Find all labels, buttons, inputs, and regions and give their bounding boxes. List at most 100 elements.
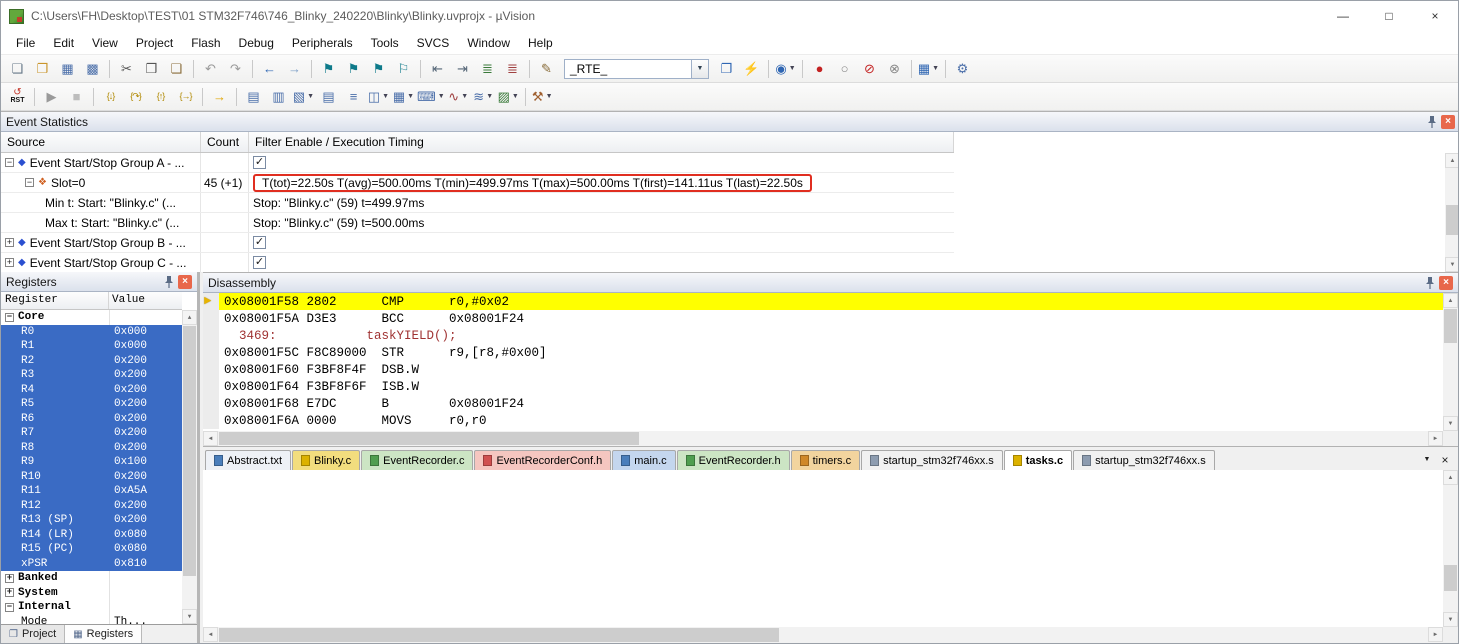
window-layout-icon-dropdown[interactable]: ▼ <box>932 65 939 72</box>
register-row[interactable]: R90x100 <box>1 455 182 470</box>
editor-tab-startup-stm32f746xx-s[interactable]: startup_stm32f746xx.s <box>1073 450 1215 470</box>
disassembly-line[interactable]: 0x08001F60 F3BF8F4F DSB.W <box>203 361 1443 378</box>
editor-tab-abstract-txt[interactable]: Abstract.txt <box>205 450 291 470</box>
register-row[interactable]: +System <box>1 586 182 601</box>
registers-vscrollbar[interactable]: ▲ ▼ <box>182 310 197 624</box>
save-icon[interactable]: ▦ <box>56 58 79 80</box>
watch-window-icon[interactable]: ◫▼ <box>367 86 390 108</box>
disassembly-margin[interactable]: ► <box>203 293 219 310</box>
undo-icon[interactable]: ↶ <box>199 58 222 80</box>
bottom-tab-registers[interactable]: ▦Registers <box>65 625 142 643</box>
show-next-statement-icon[interactable]: → <box>208 86 231 108</box>
pin-icon[interactable] <box>164 275 174 289</box>
menu-window[interactable]: Window <box>458 33 519 53</box>
expand-icon[interactable]: + <box>5 588 14 597</box>
analysis-window-icon-dropdown[interactable]: ▼ <box>461 93 468 100</box>
expand-icon[interactable]: + <box>5 238 14 247</box>
disassembly-line[interactable]: ►0x08001F58 2802 CMP r0,#0x02 <box>203 293 1443 310</box>
symbol-window-icon[interactable]: ▧▼ <box>292 86 315 108</box>
disassembly-margin[interactable] <box>203 412 219 429</box>
configure-flash-icon[interactable]: ✎ <box>535 58 558 80</box>
open-file-icon[interactable]: ❐ <box>31 58 54 80</box>
toolbox-icon-dropdown[interactable]: ▼ <box>546 93 553 100</box>
navigate-forward-icon[interactable]: → <box>283 58 306 80</box>
editor-tab-startup-stm32f746xx-s[interactable]: startup_stm32f746xx.s <box>861 450 1003 470</box>
save-all-icon[interactable]: ▩ <box>81 58 104 80</box>
editor-tab-timers-c[interactable]: timers.c <box>791 450 861 470</box>
maximize-button[interactable]: □ <box>1366 1 1412 31</box>
register-row[interactable]: R120x200 <box>1 499 182 514</box>
clear-bookmarks-icon[interactable]: ⚐ <box>392 58 415 80</box>
filter-enable-checkbox[interactable]: ✓ <box>253 156 266 169</box>
memory-window-icon[interactable]: ▦▼ <box>392 86 415 108</box>
close-panel-icon[interactable]: × <box>1441 115 1455 129</box>
unindent-icon[interactable]: ⇤ <box>426 58 449 80</box>
editor-tab-main-c[interactable]: main.c <box>612 450 675 470</box>
paste-icon[interactable]: ❏ <box>165 58 188 80</box>
event-row[interactable]: Min t: Start: "Blinky.c" (...Stop: "Blin… <box>1 193 954 213</box>
disassembly-line[interactable]: 0x08001F5C F8C89000 STR r9,[r8,#0x00] <box>203 344 1443 361</box>
menu-tools[interactable]: Tools <box>362 33 408 53</box>
system-viewer-icon-dropdown[interactable]: ▼ <box>512 93 519 100</box>
editor-tab-blinky-c[interactable]: Blinky.c <box>292 450 360 470</box>
event-row[interactable]: +◆Event Start/Stop Group B - ...✓ <box>1 233 954 253</box>
breakpoint-kill-icon[interactable]: ⊘ <box>858 58 881 80</box>
register-row[interactable]: R10x000 <box>1 339 182 354</box>
bottom-tab-project[interactable]: ❐Project <box>1 625 65 643</box>
editor-hscrollbar[interactable]: ◄ ► <box>203 627 1443 643</box>
disassembly-line[interactable]: 0x08001F64 F3BF8F6F ISB.W <box>203 378 1443 395</box>
register-row[interactable]: R40x200 <box>1 383 182 398</box>
register-row[interactable]: ModeTh... <box>1 615 182 625</box>
event-row[interactable]: −❖Slot=045 (+1)T(tot)=22.50s T(avg)=500.… <box>1 173 954 193</box>
cut-icon[interactable]: ✂ <box>115 58 138 80</box>
memory-window-icon-dropdown[interactable]: ▼ <box>407 93 414 100</box>
disassembly-line[interactable]: 3469: taskYIELD(); <box>203 327 1443 344</box>
register-row[interactable]: R14 (LR)0x080 <box>1 528 182 543</box>
editor-tab-eventrecorder-c[interactable]: EventRecorder.c <box>361 450 473 470</box>
scrollbar-thumb[interactable] <box>1444 309 1457 343</box>
scroll-left-icon[interactable]: ◄ <box>203 627 218 642</box>
expand-icon[interactable]: + <box>5 574 14 583</box>
find-symbol-icon-dropdown[interactable]: ▼ <box>789 65 796 72</box>
reset-icon[interactable]: ↺RST <box>6 86 29 108</box>
scroll-up-icon[interactable]: ▲ <box>1443 293 1458 308</box>
register-row[interactable]: R13 (SP)0x200 <box>1 513 182 528</box>
close-panel-icon[interactable]: × <box>1439 276 1453 290</box>
trace-window-icon-dropdown[interactable]: ▼ <box>486 93 493 100</box>
copy-icon[interactable]: ❒ <box>140 58 163 80</box>
disassembly-margin[interactable] <box>203 327 219 344</box>
collapse-icon[interactable]: − <box>25 178 34 187</box>
filter-enable-checkbox[interactable]: ✓ <box>253 236 266 249</box>
menu-flash[interactable]: Flash <box>182 33 229 53</box>
symbol-window-icon-dropdown[interactable]: ▼ <box>307 93 314 100</box>
rte-combobox[interactable]: _RTE_▼ <box>564 59 709 79</box>
register-row[interactable]: R15 (PC)0x080 <box>1 542 182 557</box>
call-stack-window-icon[interactable]: ≡ <box>342 86 365 108</box>
disassembly-hscrollbar[interactable]: ◄ ► <box>203 431 1443 446</box>
column-header-value[interactable]: Value <box>109 292 182 309</box>
register-row[interactable]: R20x200 <box>1 354 182 369</box>
find-symbol-icon[interactable]: ◉▼ <box>774 58 797 80</box>
column-header-filter[interactable]: Filter Enable / Execution Timing <box>249 132 954 152</box>
tab-list-dropdown-icon[interactable]: ▼ <box>1419 452 1435 467</box>
disassembly-margin[interactable] <box>203 361 219 378</box>
redo-icon[interactable]: ↷ <box>224 58 247 80</box>
breakpoint-disable-icon[interactable]: ○ <box>833 58 856 80</box>
register-row[interactable]: −Core <box>1 310 182 325</box>
expand-icon[interactable]: + <box>5 258 14 267</box>
column-header-register[interactable]: Register <box>1 292 109 309</box>
serial-window-icon-dropdown[interactable]: ▼ <box>438 93 445 100</box>
comment-icon[interactable]: ≣ <box>476 58 499 80</box>
prev-bookmark-icon[interactable]: ⚑ <box>342 58 365 80</box>
step-over-icon[interactable]: {↷} <box>124 86 147 108</box>
close-panel-icon[interactable]: × <box>178 275 192 289</box>
close-document-icon[interactable]: × <box>1437 452 1453 467</box>
disassembly-line[interactable]: 0x08001F5A D3E3 BCC 0x08001F24 <box>203 310 1443 327</box>
scroll-down-icon[interactable]: ▼ <box>1445 257 1459 272</box>
menu-edit[interactable]: Edit <box>44 33 83 53</box>
register-row[interactable]: R80x200 <box>1 441 182 456</box>
system-viewer-icon[interactable]: ▨▼ <box>497 86 520 108</box>
scroll-up-icon[interactable]: ▲ <box>182 310 197 325</box>
stop-icon[interactable]: ■ <box>65 86 88 108</box>
analysis-window-icon[interactable]: ∿▼ <box>447 86 470 108</box>
